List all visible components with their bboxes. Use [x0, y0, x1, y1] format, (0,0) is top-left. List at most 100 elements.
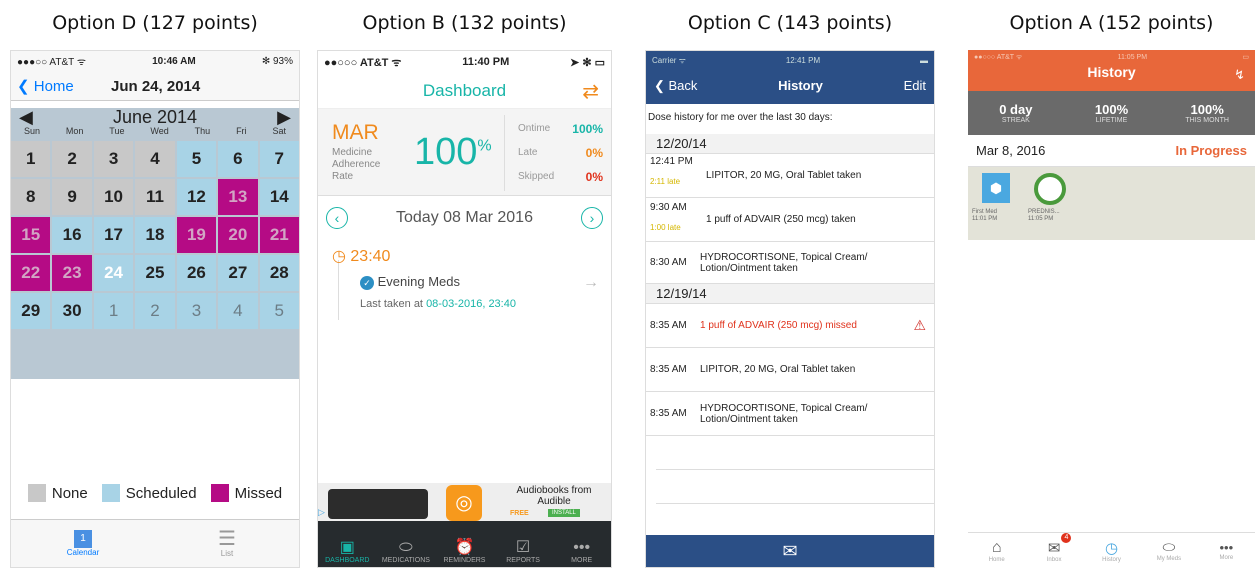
next-day-icon[interactable]: ›: [580, 207, 603, 229]
tab-list[interactable]: ☰ List: [155, 520, 299, 567]
skipped-value: 0%: [585, 170, 603, 184]
calendar-day[interactable]: 18: [135, 217, 175, 253]
ad-banner[interactable]: ▷ ◎ Audiobooks from Audible FREE INSTALL: [318, 483, 611, 523]
calendar-day[interactable]: 26: [176, 255, 217, 291]
calendar-day[interactable]: 4: [135, 141, 175, 177]
prev-month-icon[interactable]: ◀: [19, 107, 33, 128]
intro-text: Dose history for me over the last 30 day…: [648, 112, 833, 123]
calendar-day[interactable]: 24: [93, 255, 134, 291]
ad-install-button[interactable]: INSTALL: [548, 509, 580, 517]
tab-home-label: Home: [988, 556, 1005, 563]
calendar-day[interactable]: 2: [52, 141, 92, 177]
tab-home[interactable]: ⌂ Home: [968, 533, 1025, 568]
calendar-day[interactable]: 29: [11, 293, 51, 329]
stat-lifetime-label: LIFETIME: [1095, 117, 1128, 124]
tab-inbox[interactable]: ✉ 4 Inbox: [1025, 533, 1082, 568]
tab-reports[interactable]: ☑ REPORTS: [494, 521, 553, 567]
calendar-day[interactable]: 17: [93, 217, 134, 253]
tab-calendar[interactable]: 1 Calendar: [11, 520, 155, 567]
calendar-day[interactable]: 11: [135, 179, 175, 215]
calendar-day[interactable]: 5: [176, 141, 217, 177]
tab-dashboard[interactable]: ▣ DASHBOARD: [318, 521, 377, 567]
stat-lifetime: 100% LIFETIME: [1064, 91, 1160, 135]
calendar-day[interactable]: 15: [11, 217, 51, 253]
edit-button[interactable]: Edit: [904, 78, 926, 93]
sync-icon[interactable]: ⇄: [582, 79, 599, 104]
pill-bottle-icon[interactable]: ⬢: [982, 173, 1010, 203]
calendar-day[interactable]: 27: [218, 255, 258, 291]
date-header: 12/19/14: [646, 284, 934, 304]
tab-my-meds[interactable]: ⬭ My Meds: [1140, 533, 1197, 568]
calendar-day[interactable]: 3: [93, 141, 134, 177]
history-row[interactable]: 8:30 AM HYDROCORTISONE, Topical Cream/ Lo…: [646, 242, 934, 284]
more-icon: •••: [1219, 540, 1234, 555]
calendar-day[interactable]: 14: [259, 179, 299, 215]
mar-subtitle: Medicine Adherence Rate: [332, 147, 381, 182]
calendar-day[interactable]: 28: [259, 255, 299, 291]
calendar-day[interactable]: 22: [11, 255, 51, 291]
calendar-day[interactable]: 20: [218, 217, 258, 253]
calendar-day[interactable]: 16: [52, 217, 92, 253]
calendar-day[interactable]: 8: [11, 179, 51, 215]
dose-ring-icon[interactable]: [1034, 173, 1066, 205]
calendar-day[interactable]: 25: [135, 255, 175, 291]
legend-missed-swatch: [210, 484, 229, 502]
calendar-day[interactable]: 4: [218, 293, 258, 329]
share-icon[interactable]: ↯: [1234, 67, 1245, 83]
dose-name: Evening Meds: [377, 274, 461, 289]
row-time: 8:35 AM: [650, 320, 687, 331]
mar-label: MAR: [332, 121, 379, 144]
battery-icon: ➤ ✻ ▭: [570, 56, 605, 69]
calendar-day[interactable]: 2: [135, 293, 175, 329]
calendar-day[interactable]: 6: [218, 141, 258, 177]
status-bar: ●●○○○ AT&T ᯤ 11:40 PM ➤ ✻ ▭: [318, 51, 611, 73]
history-row[interactable]: 8:35 AM 1 puff of ADVAIR (250 mcg) missed…: [646, 304, 934, 348]
calendar-day[interactable]: 1: [11, 141, 51, 177]
prev-day-icon[interactable]: ‹: [326, 207, 348, 229]
stat-streak-label: STREAK: [1001, 117, 1030, 124]
history-row[interactable]: 8:35 AM LIPITOR, 20 MG, Oral Tablet taken: [646, 348, 934, 392]
calendar-day[interactable]: 13: [218, 179, 258, 215]
tab-reminders-label: REMINDERS: [443, 557, 486, 564]
tab-dashboard-label: DASHBOARD: [325, 557, 370, 564]
page-title: History: [778, 78, 823, 93]
weekday-label: Fri: [236, 126, 247, 136]
mail-icon[interactable]: ✉: [782, 541, 797, 562]
history-row[interactable]: 12:41 PM 2:11 late LIPITOR, 20 MG, Oral Ta…: [646, 154, 934, 198]
dose-entry[interactable]: ◷ 23:40 ✓ Evening Meds → Last taken at 0…: [318, 240, 611, 330]
tab-reminders[interactable]: ⏰ REMINDERS: [435, 521, 494, 567]
stat-month-label: THIS MONTH: [1185, 117, 1229, 124]
calendar-day[interactable]: 1: [93, 293, 134, 329]
tab-medications[interactable]: ⬭ MEDICATIONS: [377, 521, 436, 567]
late-value: 0%: [585, 146, 603, 160]
back-button[interactable]: ❮ Home: [17, 77, 74, 95]
ontime-label: Ontime: [518, 123, 551, 134]
calendar-day[interactable]: 7: [259, 141, 299, 177]
calendar-day[interactable]: 5: [259, 293, 299, 329]
weekday-header: Sun Mon Tue Wed Thu Fri Sat: [11, 126, 299, 139]
tab-more[interactable]: ••• MORE: [552, 521, 611, 567]
back-button[interactable]: ❮ Back: [654, 78, 697, 94]
history-row[interactable]: 8:35 AM HYDROCORTISONE, Topical Cream/ Lo…: [646, 392, 934, 436]
calendar-day[interactable]: 23: [52, 255, 92, 291]
history-row[interactable]: 9:30 AM 1:00 late 1 puff of ADVAIR (250 mc…: [646, 198, 934, 242]
calendar-day[interactable]: 30: [52, 293, 92, 329]
ad-free: FREE: [510, 510, 529, 517]
header: ●●○○○ AT&T ᯤ 11:05 PM ▭ History ↯: [968, 50, 1255, 91]
tab-more[interactable]: ••• More: [1198, 533, 1255, 568]
calendar-grid: 1 2 3 4 5 6 7 8 9 10 11 12 13 14 15 16 17 18 19 20 21 22 23 24 2…: [11, 139, 299, 369]
calendar-day[interactable]: 19: [176, 217, 217, 253]
calendar-day[interactable]: 10: [93, 179, 134, 215]
calendar-day[interactable]: 21: [259, 217, 299, 253]
list-icon: ☰: [218, 528, 236, 550]
ad-text: Audiobooks from Audible: [516, 485, 592, 507]
dose-row: ✓ Evening Meds: [360, 274, 460, 290]
weekday-label: Wed: [150, 126, 169, 136]
calendar-day[interactable]: 9: [52, 179, 92, 215]
next-month-icon[interactable]: ▶: [277, 107, 291, 128]
header: Dashboard ⇄: [318, 73, 611, 109]
calendar-day[interactable]: 3: [176, 293, 217, 329]
calendar-day[interactable]: 12: [176, 179, 217, 215]
ad-image: [328, 489, 428, 519]
tab-history[interactable]: ◷ History: [1083, 533, 1140, 568]
